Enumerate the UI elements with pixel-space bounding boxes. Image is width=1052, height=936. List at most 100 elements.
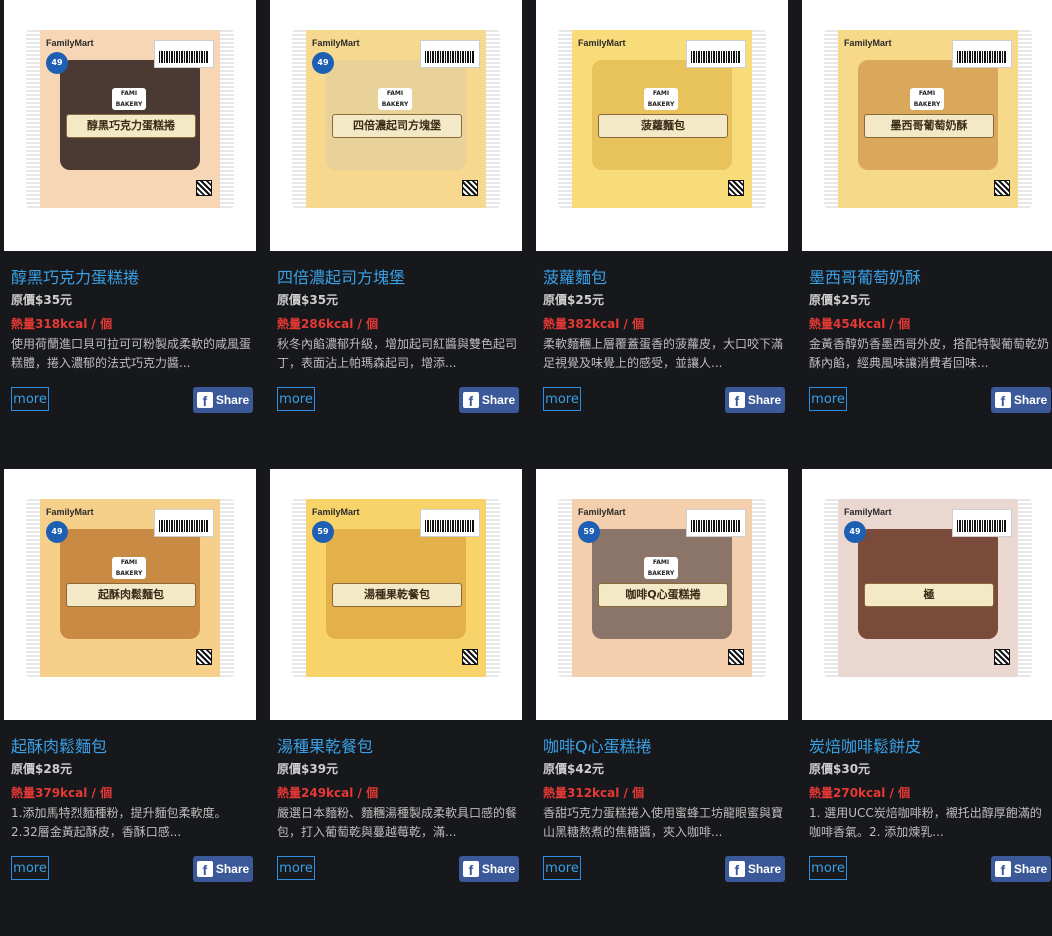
more-button[interactable]: more (543, 856, 581, 880)
product-price: 原價$28元 (11, 762, 73, 776)
facebook-share-button[interactable]: f Share (459, 387, 519, 413)
barcode-icon (420, 40, 480, 68)
product-description: 金黃香醇奶香墨西哥外皮，搭配特製葡萄乾奶酥內餡，經典風味讓消費者回味... (809, 337, 1049, 370)
product-title[interactable]: 墨西哥葡萄奶酥 (809, 268, 1052, 288)
qr-code-icon (196, 649, 212, 665)
package-brand: FamilyMart (312, 38, 360, 48)
product-price: 原價$25元 (543, 293, 605, 307)
product-price: 原價$35元 (277, 293, 339, 307)
product-title[interactable]: 炭焙咖啡鬆餅皮 (809, 737, 1052, 757)
fami-bakery-logo: FAMI BAKERY (644, 88, 678, 110)
facebook-icon: f (728, 392, 745, 408)
package-label: 極 (864, 583, 994, 607)
product-package: FamilyMart 49 極 (824, 499, 1032, 677)
facebook-share-button[interactable]: f Share (991, 856, 1051, 882)
facebook-share-button[interactable]: f Share (193, 387, 253, 413)
barcode-icon (686, 40, 746, 68)
facebook-share-button[interactable]: f Share (459, 856, 519, 882)
barcode-icon (154, 40, 214, 68)
product-title[interactable]: 湯種果乾餐包 (277, 737, 522, 757)
facebook-share-button[interactable]: f Share (193, 856, 253, 882)
product-image[interactable]: FamilyMart 49 FAMI BAKERY 醇黑巧克力蛋糕捲 (4, 0, 256, 251)
package-brand: FamilyMart (46, 507, 94, 517)
package-edge (220, 30, 234, 208)
package-label: 起酥肉鬆麵包 (66, 583, 196, 607)
facebook-icon: f (462, 861, 479, 877)
product-card: FamilyMart FAMI BAKERY 菠蘿麵包 菠蘿麵包 原價$25元 … (536, 0, 788, 417)
fami-bakery-logo: FAMI BAKERY (378, 88, 412, 110)
facebook-icon: f (728, 861, 745, 877)
product-price: 原價$30元 (809, 762, 871, 776)
facebook-share-button[interactable]: f Share (725, 387, 785, 413)
barcode-icon (154, 509, 214, 537)
package-edge (486, 499, 500, 677)
product-card: FamilyMart 49 FAMI BAKERY 醇黑巧克力蛋糕捲 醇黑巧克力… (4, 0, 256, 417)
product-price: 原價$35元 (11, 293, 73, 307)
product-package: FamilyMart 59 FAMI BAKERY 咖啡Q心蛋糕捲 (558, 499, 766, 677)
product-calories: 熱量286kcal / 個 (277, 317, 379, 331)
product-package: FamilyMart 59 湯種果乾餐包 (292, 499, 500, 677)
more-button[interactable]: more (11, 856, 49, 880)
product-card: FamilyMart 59 FAMI BAKERY 咖啡Q心蛋糕捲 咖啡Q心蛋糕… (536, 469, 788, 886)
product-description: 秋冬內餡濃郁升級，增加起司紅醬與雙色起司丁，表面沾上帕瑪森起司，增添... (277, 337, 517, 370)
package-label: 醇黑巧克力蛋糕捲 (66, 114, 196, 138)
package-brand: FamilyMart (312, 507, 360, 517)
product-calories: 熱量270kcal / 個 (809, 786, 911, 800)
product-calories: 熱量249kcal / 個 (277, 786, 379, 800)
more-button[interactable]: more (543, 387, 581, 411)
share-label: Share (1013, 393, 1048, 407)
product-package: FamilyMart FAMI BAKERY 墨西哥葡萄奶酥 (824, 30, 1032, 208)
product-image[interactable]: FamilyMart FAMI BAKERY 墨西哥葡萄奶酥 (802, 0, 1052, 251)
package-edge (1018, 499, 1032, 677)
product-image[interactable]: FamilyMart 49 FAMI BAKERY 四倍濃起司方塊堡 (270, 0, 522, 251)
more-button[interactable]: more (809, 856, 847, 880)
barcode-icon (686, 509, 746, 537)
product-package: FamilyMart 49 FAMI BAKERY 醇黑巧克力蛋糕捲 (26, 30, 234, 208)
qr-code-icon (462, 649, 478, 665)
fami-bakery-logo: FAMI BAKERY (644, 557, 678, 579)
product-calories: 熱量379kcal / 個 (11, 786, 113, 800)
facebook-share-button[interactable]: f Share (725, 856, 785, 882)
card-actions: more f Share (802, 856, 1052, 886)
package-edge (292, 30, 306, 208)
facebook-icon: f (196, 861, 213, 877)
package-edge (486, 30, 500, 208)
product-image[interactable]: FamilyMart 49 FAMI BAKERY 起酥肉鬆麵包 (4, 469, 256, 720)
more-button[interactable]: more (277, 856, 315, 880)
package-label: 墨西哥葡萄奶酥 (864, 114, 994, 138)
share-label: Share (481, 862, 516, 876)
product-title[interactable]: 咖啡Q心蛋糕捲 (543, 737, 788, 757)
barcode-icon (952, 40, 1012, 68)
card-actions: more f Share (536, 856, 788, 886)
product-title[interactable]: 四倍濃起司方塊堡 (277, 268, 522, 288)
product-calories: 熱量382kcal / 個 (543, 317, 645, 331)
more-button[interactable]: more (277, 387, 315, 411)
product-price: 原價$39元 (277, 762, 339, 776)
qr-code-icon (994, 649, 1010, 665)
product-image[interactable]: FamilyMart 59 FAMI BAKERY 咖啡Q心蛋糕捲 (536, 469, 788, 720)
product-title[interactable]: 菠蘿麵包 (543, 268, 788, 288)
qr-code-icon (196, 180, 212, 196)
qr-code-icon (728, 649, 744, 665)
product-image[interactable]: FamilyMart 59 湯種果乾餐包 (270, 469, 522, 720)
product-price: 原價$25元 (809, 293, 871, 307)
card-actions: more f Share (270, 856, 522, 886)
more-button[interactable]: more (809, 387, 847, 411)
facebook-icon: f (196, 392, 213, 408)
card-actions: more f Share (4, 387, 256, 417)
product-image[interactable]: FamilyMart FAMI BAKERY 菠蘿麵包 (536, 0, 788, 251)
product-title[interactable]: 起酥肉鬆麵包 (11, 737, 256, 757)
facebook-share-button[interactable]: f Share (991, 387, 1051, 413)
product-description: 1. 選用UCC炭焙咖啡粉，襯托出醇厚飽滿的咖啡香氣。2. 添加煉乳... (809, 806, 1042, 839)
qr-code-icon (994, 180, 1010, 196)
package-edge (1018, 30, 1032, 208)
package-label: 咖啡Q心蛋糕捲 (598, 583, 728, 607)
product-image[interactable]: FamilyMart 49 極 (802, 469, 1052, 720)
more-button[interactable]: more (11, 387, 49, 411)
package-edge (26, 30, 40, 208)
product-card: FamilyMart 59 湯種果乾餐包 湯種果乾餐包 原價$39元 熱量249… (270, 469, 522, 886)
price-badge: 59 (578, 521, 600, 543)
package-brand: FamilyMart (844, 38, 892, 48)
product-title[interactable]: 醇黑巧克力蛋糕捲 (11, 268, 256, 288)
package-edge (824, 30, 838, 208)
